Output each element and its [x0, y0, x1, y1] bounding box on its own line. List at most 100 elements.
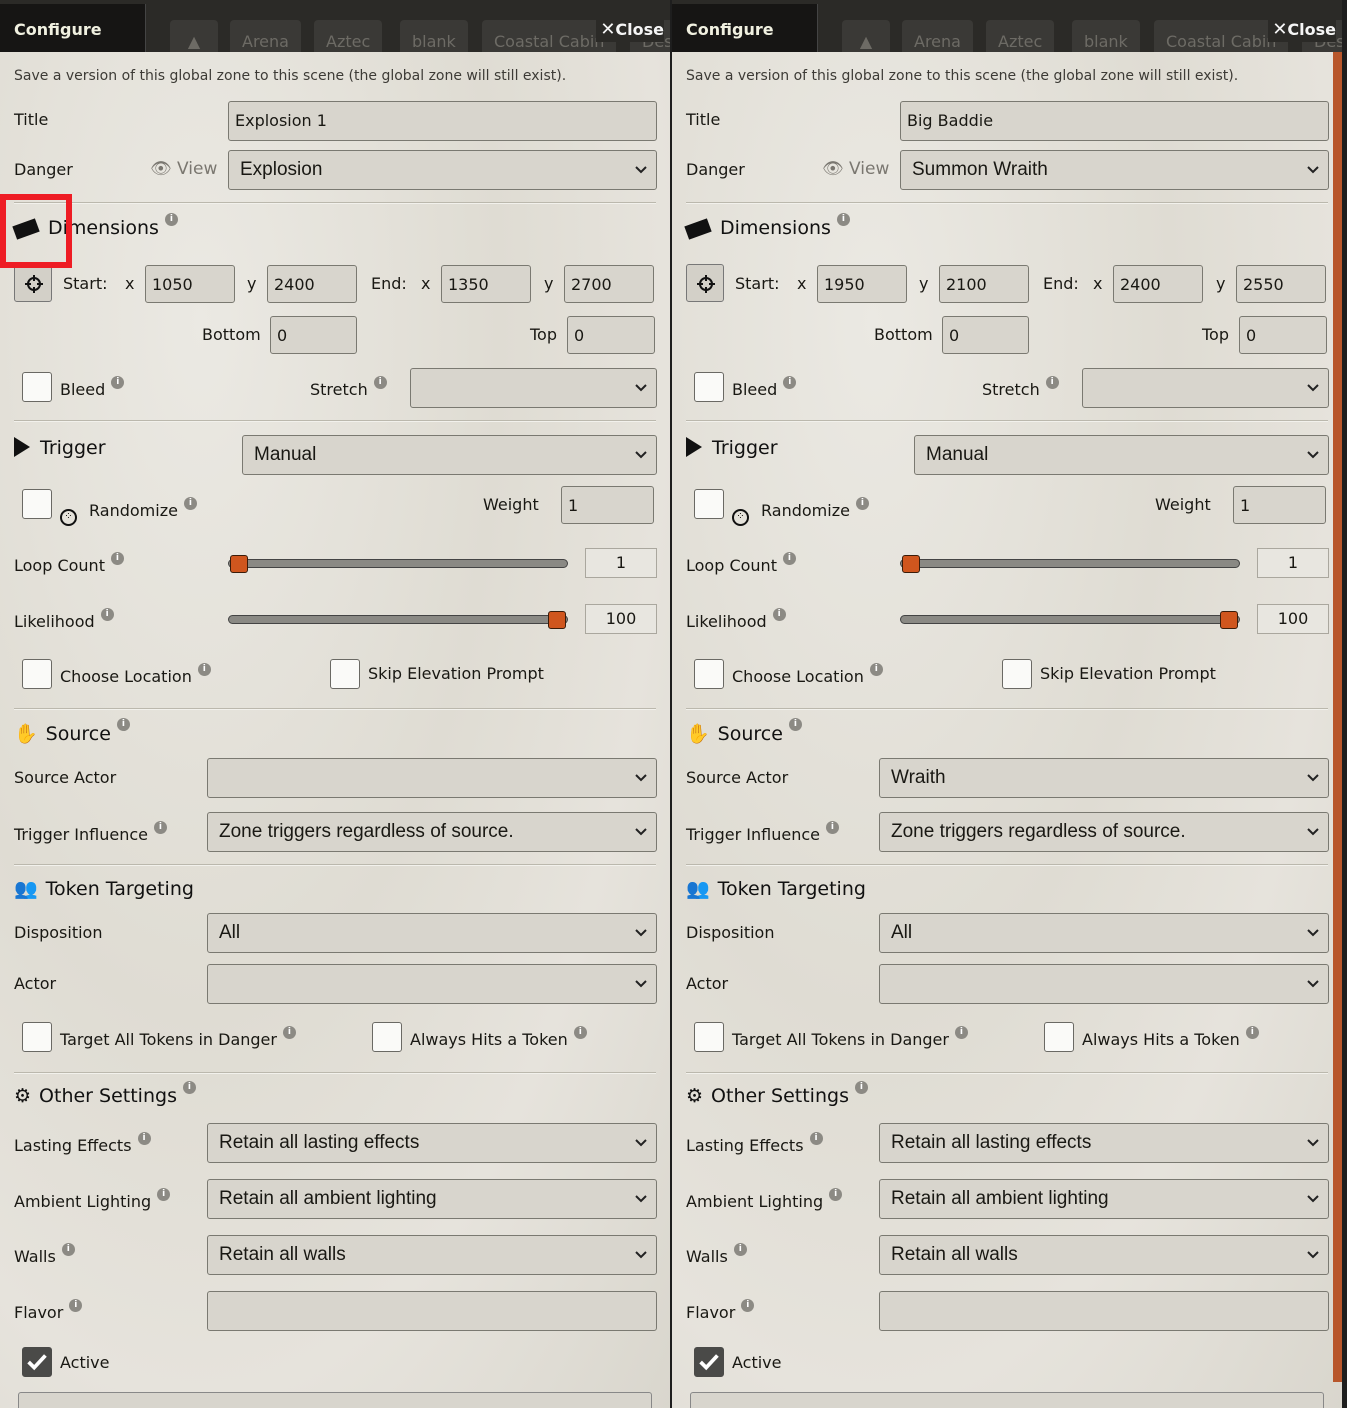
info-icon[interactable]: i: [373, 376, 387, 389]
close-button[interactable]: ✕Close: [1268, 18, 1336, 42]
skip-elevation-checkbox[interactable]: [330, 659, 360, 689]
target-all-checkbox[interactable]: [694, 1022, 724, 1052]
start-y-input[interactable]: 2400: [267, 265, 357, 303]
scene-tab[interactable]: Arena: [230, 20, 301, 52]
likelihood-value[interactable]: 100: [1257, 604, 1329, 634]
info-icon[interactable]: i: [772, 608, 786, 621]
likelihood-value[interactable]: 100: [585, 604, 657, 634]
bottom-input[interactable]: 0: [942, 316, 1029, 354]
randomize-checkbox[interactable]: [694, 489, 724, 519]
info-icon[interactable]: i: [197, 663, 211, 676]
info-icon[interactable]: i: [110, 552, 124, 565]
start-x-input[interactable]: 1050: [145, 265, 235, 303]
info-icon[interactable]: i: [783, 376, 797, 389]
info-icon[interactable]: i: [182, 1081, 196, 1094]
active-checkbox[interactable]: [694, 1347, 724, 1377]
title-input[interactable]: Big Baddie: [900, 101, 1329, 141]
info-icon[interactable]: i: [869, 663, 883, 676]
actor-select[interactable]: [879, 964, 1329, 1004]
loop-count-slider[interactable]: [228, 559, 568, 568]
info-icon[interactable]: i: [282, 1026, 296, 1039]
view-danger-button[interactable]: 👁 View: [822, 159, 889, 179]
pick-location-button[interactable]: [686, 264, 724, 302]
stretch-select[interactable]: [410, 368, 657, 408]
source-actor-select[interactable]: Wraith: [879, 758, 1329, 798]
scene-tab[interactable]: Aztec: [986, 20, 1055, 52]
title-input[interactable]: Explosion 1: [228, 101, 657, 141]
pick-location-button[interactable]: [14, 264, 52, 302]
start-y-input[interactable]: 2100: [939, 265, 1029, 303]
likelihood-slider-thumb[interactable]: [1220, 611, 1238, 629]
info-icon[interactable]: i: [61, 1243, 75, 1256]
end-y-input[interactable]: 2700: [564, 265, 654, 303]
weight-input[interactable]: 1: [1233, 486, 1326, 524]
loop-count-value[interactable]: 1: [1257, 548, 1329, 578]
info-icon[interactable]: i: [183, 497, 197, 510]
info-icon[interactable]: i: [69, 1299, 83, 1312]
skip-elevation-checkbox[interactable]: [1002, 659, 1032, 689]
flavor-input[interactable]: [207, 1291, 657, 1331]
info-icon[interactable]: i: [954, 1026, 968, 1039]
scene-tab[interactable]: blank: [400, 20, 468, 52]
ambient-lighting-select[interactable]: Retain all ambient lighting: [879, 1179, 1329, 1219]
always-hits-checkbox[interactable]: [1044, 1022, 1074, 1052]
info-icon[interactable]: i: [1245, 1026, 1259, 1039]
scene-tab-up[interactable]: ▲: [170, 20, 218, 52]
danger-select[interactable]: Explosion: [228, 150, 657, 190]
stretch-select[interactable]: [1082, 368, 1329, 408]
bleed-checkbox[interactable]: [22, 372, 52, 402]
bleed-checkbox[interactable]: [694, 372, 724, 402]
end-x-input[interactable]: 2400: [1113, 265, 1203, 303]
info-icon[interactable]: i: [100, 608, 114, 621]
target-all-checkbox[interactable]: [22, 1022, 52, 1052]
scrollbar[interactable]: [1333, 52, 1342, 1382]
disposition-select[interactable]: All: [207, 913, 657, 953]
choose-location-checkbox[interactable]: [694, 659, 724, 689]
active-checkbox[interactable]: [22, 1347, 52, 1377]
lasting-effects-select[interactable]: Retain all lasting effects: [207, 1123, 657, 1163]
likelihood-slider[interactable]: [228, 615, 568, 624]
walls-select[interactable]: Retain all walls: [879, 1235, 1329, 1275]
likelihood-slider-thumb[interactable]: [548, 611, 566, 629]
top-input[interactable]: 0: [567, 316, 655, 354]
lasting-effects-select[interactable]: Retain all lasting effects: [879, 1123, 1329, 1163]
trigger-influence-select[interactable]: Zone triggers regardless of source.: [879, 812, 1329, 852]
info-icon[interactable]: i: [111, 376, 125, 389]
flavor-input[interactable]: [879, 1291, 1329, 1331]
choose-location-checkbox[interactable]: [22, 659, 52, 689]
info-icon[interactable]: i: [825, 821, 839, 834]
top-input[interactable]: 0: [1239, 316, 1327, 354]
info-icon[interactable]: i: [836, 213, 850, 226]
trigger-select[interactable]: Manual: [914, 435, 1329, 475]
info-icon[interactable]: i: [809, 1132, 823, 1145]
info-icon[interactable]: i: [1045, 376, 1059, 389]
start-x-input[interactable]: 1950: [817, 265, 907, 303]
view-danger-button[interactable]: 👁 View: [150, 159, 217, 179]
info-icon[interactable]: i: [855, 497, 869, 510]
scene-tab-up[interactable]: ▲: [842, 20, 890, 52]
save-zone-button[interactable]: [18, 1392, 652, 1408]
save-zone-button[interactable]: [690, 1392, 1324, 1408]
info-icon[interactable]: i: [788, 718, 802, 731]
always-hits-checkbox[interactable]: [372, 1022, 402, 1052]
scene-tab[interactable]: blank: [1072, 20, 1140, 52]
end-y-input[interactable]: 2550: [1236, 265, 1326, 303]
walls-select[interactable]: Retain all walls: [207, 1235, 657, 1275]
scene-tab[interactable]: Arena: [902, 20, 973, 52]
info-icon[interactable]: i: [733, 1243, 747, 1256]
close-button[interactable]: ✕Close: [596, 18, 664, 42]
info-icon[interactable]: i: [782, 552, 796, 565]
loop-count-slider[interactable]: [900, 559, 1240, 568]
trigger-influence-select[interactable]: Zone triggers regardless of source.: [207, 812, 657, 852]
info-icon[interactable]: i: [137, 1132, 151, 1145]
window-header[interactable]: Configure Zone ▲ Arena Aztec blank Coast…: [0, 0, 670, 91]
weight-input[interactable]: 1: [561, 486, 654, 524]
window-header[interactable]: Configure Zone ▲ Arena Aztec blank Coast…: [672, 0, 1342, 91]
info-icon[interactable]: i: [573, 1026, 587, 1039]
actor-select[interactable]: [207, 964, 657, 1004]
trigger-select[interactable]: Manual: [242, 435, 657, 475]
bottom-input[interactable]: 0: [270, 316, 357, 354]
ambient-lighting-select[interactable]: Retain all ambient lighting: [207, 1179, 657, 1219]
randomize-checkbox[interactable]: [22, 489, 52, 519]
scene-tab[interactable]: Aztec: [314, 20, 383, 52]
